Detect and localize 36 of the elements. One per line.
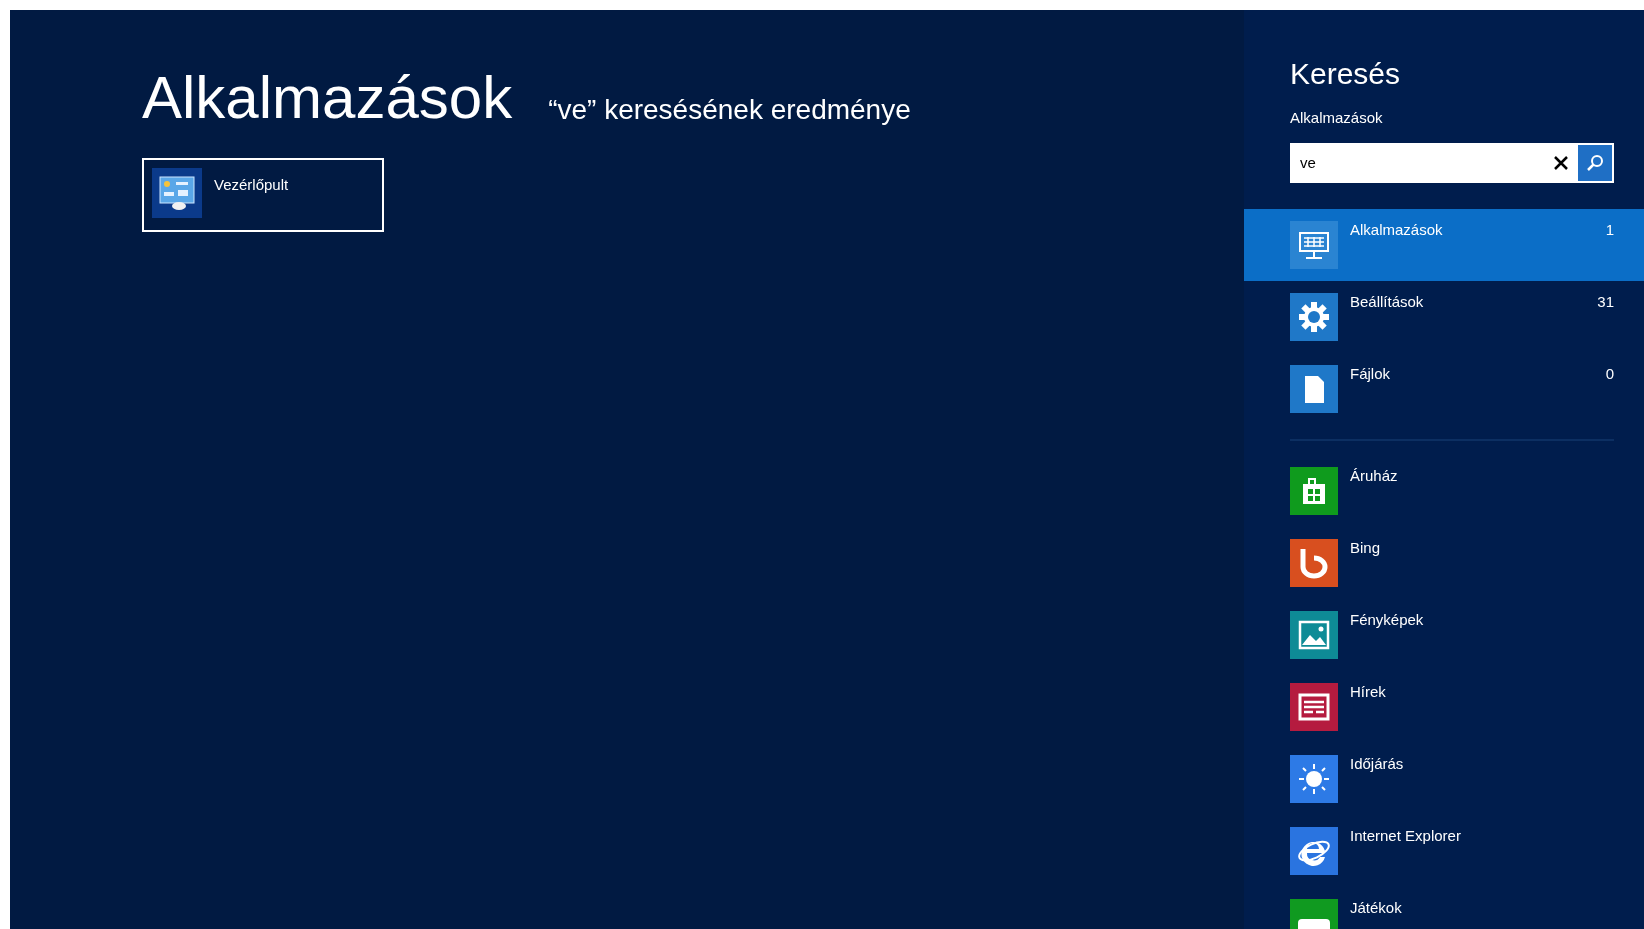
item-label: Beállítások [1350,293,1425,312]
search-button[interactable] [1578,145,1612,181]
app-result-item[interactable]: Internet Explorer [1244,815,1644,887]
search-field[interactable]: ve [1290,143,1614,183]
item-label: Alkalmazások [1350,221,1444,240]
result-count: 1 [1605,221,1614,240]
item-label: Fájlok [1350,365,1391,384]
app-result-item[interactable]: Időjárás [1244,743,1644,815]
close-icon[interactable] [1552,154,1570,172]
pane-title: Keresés [1290,56,1402,92]
scope-item[interactable]: Alkalmazások 1 [1244,209,1644,281]
settings-icon [1290,293,1338,341]
item-label: Bing [1350,539,1382,558]
result-count: 0 [1605,365,1614,384]
scope-item[interactable]: Beállítások 31 [1244,281,1644,353]
app-tile[interactable]: Vezérlőpult [142,158,384,232]
item-label: Játékok [1350,899,1403,918]
app-result-item[interactable]: Játékok [1244,887,1644,929]
item-label: Fényképek [1350,611,1425,630]
app-result-item[interactable]: Hírek [1244,671,1644,743]
monitor-icon [1290,221,1338,269]
item-label: Áruház [1350,467,1399,486]
search-subtitle: “ve” keresésének eredménye [548,96,911,127]
search-icon [1586,154,1604,172]
item-label: Időjárás [1350,755,1405,774]
scope-item[interactable]: Fájlok 0 [1244,353,1644,425]
item-label: Hírek [1350,683,1387,702]
app-result-item[interactable]: Áruház [1244,455,1644,527]
app-result-item[interactable]: Bing [1244,527,1644,599]
page-title: Alkalmazások [142,68,513,128]
scope-label: Alkalmazások [1290,107,1384,128]
document-icon [1290,365,1338,413]
control-panel-icon [152,168,202,218]
app-result-item[interactable]: Fényképek [1244,599,1644,671]
result-count: 31 [1597,293,1614,312]
item-label: Internet Explorer [1350,827,1462,846]
